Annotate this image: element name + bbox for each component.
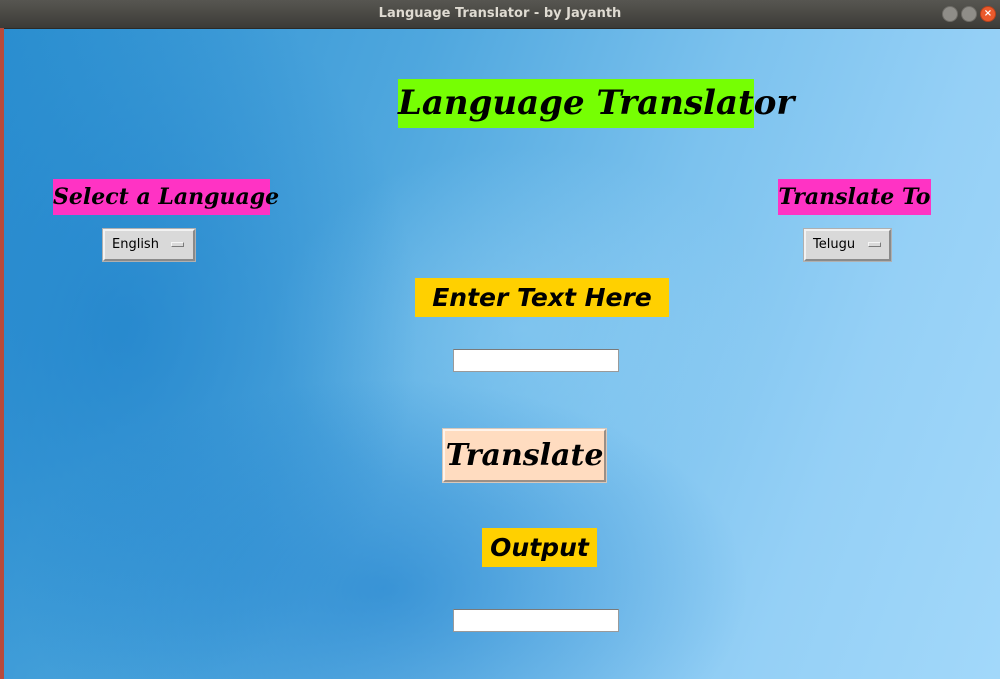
- target-language-value: Telugu: [813, 237, 856, 252]
- output-text-field[interactable]: [453, 609, 619, 632]
- app-heading: Language Translator: [398, 79, 794, 128]
- output-label: Output: [482, 528, 597, 567]
- dropdown-indicator-icon: [171, 242, 184, 247]
- minimize-icon[interactable]: [942, 6, 958, 22]
- target-language-label: Translate To: [778, 179, 931, 215]
- input-text-label: Enter Text Here: [415, 278, 669, 317]
- input-text-field[interactable]: [453, 349, 619, 372]
- app-window: Language Translator - by Jayanth × Langu…: [0, 0, 1000, 679]
- close-icon[interactable]: ×: [980, 6, 996, 22]
- maximize-icon[interactable]: [961, 6, 977, 22]
- source-language-dropdown[interactable]: English: [102, 228, 196, 262]
- source-language-label: Select a Language: [53, 179, 279, 215]
- target-language-dropdown[interactable]: Telugu: [803, 228, 892, 262]
- translate-button[interactable]: Translate: [442, 428, 607, 483]
- source-language-value: English: [112, 237, 159, 252]
- window-title: Language Translator - by Jayanth: [378, 6, 622, 21]
- dropdown-indicator-icon: [868, 242, 881, 247]
- title-bar[interactable]: Language Translator - by Jayanth ×: [0, 0, 1000, 29]
